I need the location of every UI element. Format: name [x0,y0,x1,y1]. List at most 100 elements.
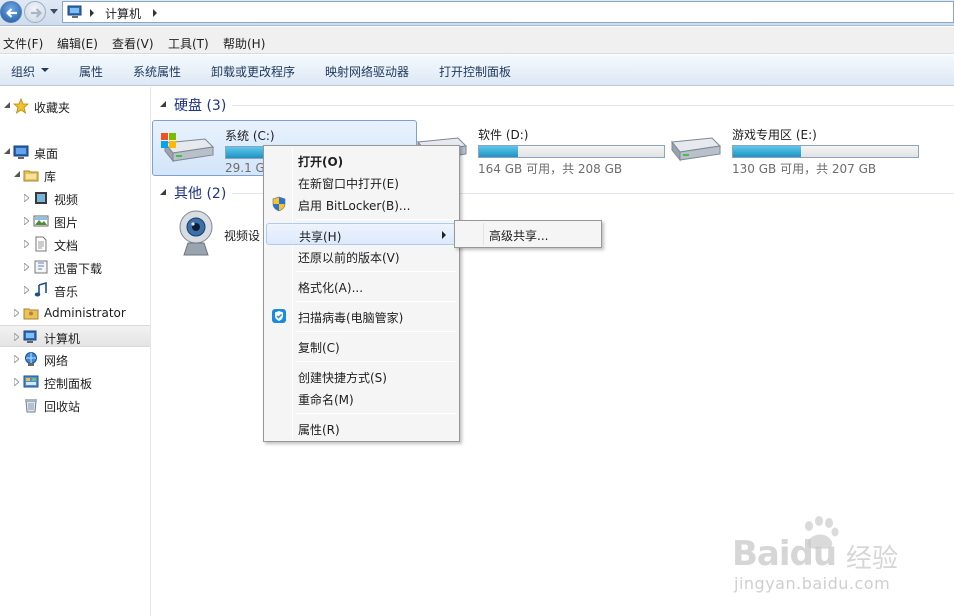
drive-e[interactable]: 游戏专用区 (E:) 130 GB 可用，共 207 GB [660,120,925,176]
menu-edit[interactable]: 编辑(E) [57,35,98,52]
menu-file[interactable]: 文件(F) [3,35,43,52]
menu-item-label: 创建快捷方式(S) [298,371,387,385]
menu-item-copy[interactable]: 复制(C) [266,335,457,357]
nav-label: 收藏夹 [34,101,71,115]
drive-usage-fill [479,146,518,157]
expand-triangle-icon[interactable] [14,309,19,317]
nav-label: 图片 [54,216,79,230]
user-folder-icon [23,308,39,320]
navigation-pane: 收藏夹 桌面 库 视频 图片 文档 迅雷下载 音乐 Administrator [0,87,151,616]
menu-help[interactable]: 帮助(H) [223,35,265,52]
menu-item-create-shortcut[interactable]: 创建快捷方式(S) [266,365,457,387]
download-folder-icon [34,260,48,274]
baidu-jingyan-watermark: Baidu 经验 jingyan.baidu.com [728,516,948,606]
menu-item-label: 格式化(A)... [298,281,364,295]
menu-item-rename[interactable]: 重命名(M) [266,387,457,409]
nav-item-computer[interactable]: 计算机 [0,325,150,347]
share-submenu: 高级共享... [454,220,602,248]
recent-pages-dropdown[interactable] [50,9,58,14]
menu-item-format[interactable]: 格式化(A)... [266,275,457,297]
drive-name: 系统 (C:) [225,129,275,143]
breadcrumb-separator[interactable] [90,9,94,17]
menu-item-bitlocker[interactable]: 启用 BitLocker(B)... [266,193,457,215]
desktop-icon [13,145,29,159]
network-globe-icon [25,352,37,366]
system-properties-button[interactable]: 系统属性 [133,63,181,80]
group-divider [232,105,954,106]
expand-triangle-icon[interactable] [24,217,29,225]
breadcrumb-computer[interactable]: 计算机 [105,5,141,22]
nav-item-pictures[interactable]: 图片 [0,210,150,232]
nav-item-desktop[interactable]: 桌面 [0,141,150,163]
collapse-triangle-icon[interactable] [14,171,20,177]
menu-bar: 文件(F) 编辑(E) 查看(V) 工具(T) 帮助(H) [0,27,954,54]
menu-tools[interactable]: 工具(T) [168,35,209,52]
nav-label: 音乐 [54,285,79,299]
open-control-panel-button[interactable]: 打开控制面板 [439,63,511,80]
library-folder-icon [23,170,39,182]
collapse-triangle-icon[interactable] [160,101,166,107]
nav-item-library[interactable]: 库 [0,164,150,186]
nav-label: 回收站 [44,400,81,414]
forward-button[interactable] [24,1,46,23]
pc-manager-shield-icon [272,309,286,323]
group-header-harddisks[interactable]: 硬盘 (3) [160,95,954,115]
expand-triangle-icon[interactable] [24,240,29,248]
nav-item-control-panel[interactable]: 控制面板 [0,371,150,393]
organize-dropdown-icon [41,68,49,72]
address-field[interactable]: 计算机 [62,1,954,23]
menu-item-label: 扫描病毒(电脑管家) [298,311,404,325]
map-network-drive-button[interactable]: 映射网络驱动器 [325,63,409,80]
computer-icon [67,5,82,18]
breadcrumb-separator[interactable] [153,9,157,17]
nav-item-favorites[interactable]: 收藏夹 [0,95,150,117]
group-title: 硬盘 (3) [174,98,227,114]
expand-triangle-icon[interactable] [14,378,19,386]
menu-item-properties[interactable]: 属性(R) [266,417,457,439]
collapse-triangle-icon[interactable] [4,148,10,154]
menu-item-open-new-window[interactable]: 在新窗口中打开(E) [266,171,457,193]
nav-item-recycle-bin[interactable]: 回收站 [0,394,150,416]
nav-item-network[interactable]: 网络 [0,348,150,370]
menu-separator [296,301,456,302]
collapse-triangle-icon[interactable] [4,102,10,108]
drive-free-space: 130 GB 可用，共 207 GB [732,162,877,176]
watermark-cn: 经验 [846,544,899,574]
menu-item-label: 还原以前的版本(V) [298,251,400,265]
command-bar: 组织 属性 系统属性 卸载或更改程序 映射网络驱动器 打开控制面板 [0,55,954,86]
organize-button[interactable]: 组织 [11,63,35,80]
menu-item-share[interactable]: 共享(H) [266,223,457,245]
back-button[interactable] [0,1,22,23]
nav-item-videos[interactable]: 视频 [0,187,150,209]
drive-free-space: 164 GB 可用，共 208 GB [478,162,623,176]
menu-gutter [483,223,484,245]
back-arrow-icon [5,8,17,18]
menu-view[interactable]: 查看(V) [112,35,154,52]
video-icon [35,192,47,204]
menu-item-restore-previous-versions[interactable]: 还原以前的版本(V) [266,245,457,267]
nav-item-administrator[interactable]: Administrator [0,302,150,324]
menu-item-advanced-share[interactable]: 高级共享... [489,227,548,244]
nav-item-thunder-downloads[interactable]: 迅雷下载 [0,256,150,278]
menu-separator [296,413,456,414]
drive-usage-fill [733,146,802,157]
menu-item-open[interactable]: 打开(O) [266,149,457,171]
expand-triangle-icon[interactable] [14,355,19,363]
expand-triangle-icon[interactable] [24,263,29,271]
expand-triangle-icon[interactable] [24,194,29,202]
nav-item-documents[interactable]: 文档 [0,233,150,255]
expand-triangle-icon[interactable] [14,333,19,341]
expand-triangle-icon[interactable] [24,286,29,294]
collapse-triangle-icon[interactable] [160,189,166,195]
computer-icon [23,330,37,343]
properties-button[interactable]: 属性 [79,63,103,80]
star-icon [13,98,29,114]
uninstall-program-button[interactable]: 卸载或更改程序 [211,63,295,80]
menu-separator [296,271,456,272]
menu-item-scan-virus[interactable]: 扫描病毒(电脑管家) [266,305,457,327]
nav-item-music[interactable]: 音乐 [0,279,150,301]
drive-free-space: 29.1 G [225,161,265,175]
menu-separator [296,219,456,220]
menu-separator [296,331,456,332]
menu-item-label: 属性(R) [298,423,340,437]
